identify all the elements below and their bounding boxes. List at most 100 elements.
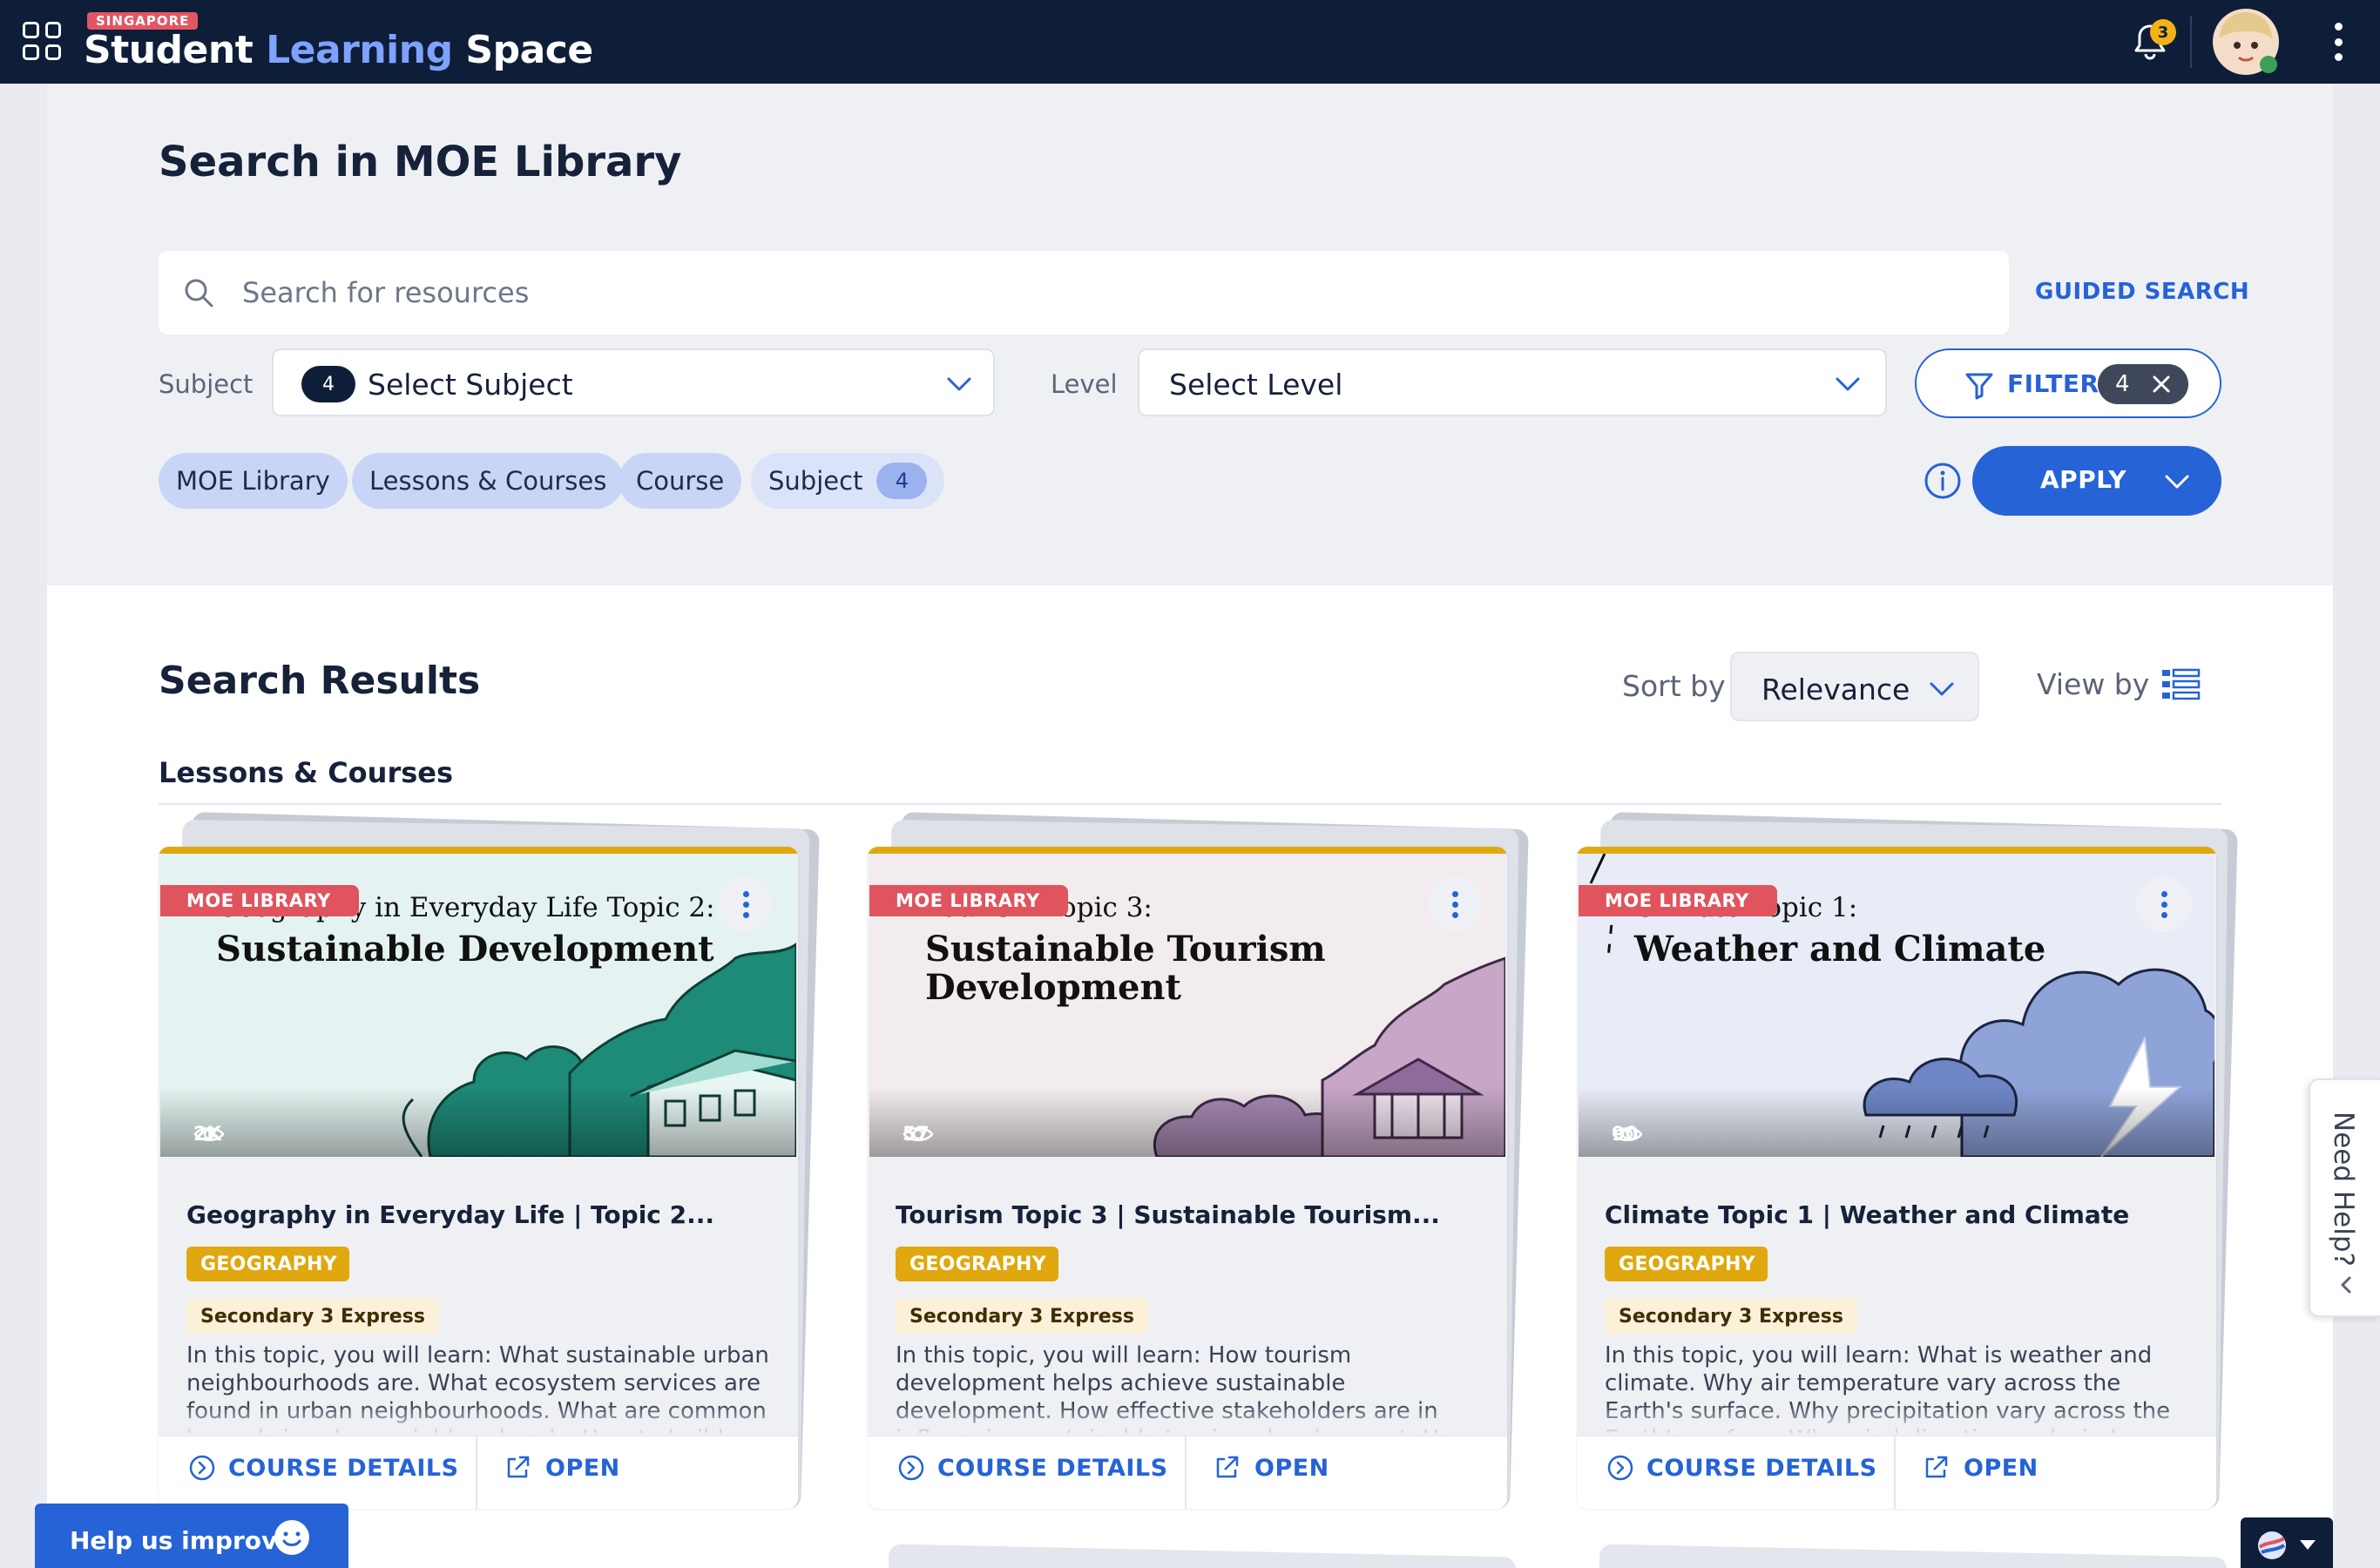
open-button[interactable]: OPEN bbox=[504, 1454, 620, 1482]
card-title[interactable]: Geography in Everyday Life | Topic 2... bbox=[186, 1200, 779, 1229]
chip-subject[interactable]: Subject 4 bbox=[751, 453, 945, 509]
eye-icon bbox=[903, 1127, 934, 1141]
filter-label: FILTER bbox=[2007, 369, 2099, 398]
brand-name: Student Learning Space bbox=[84, 28, 593, 72]
info-icon[interactable] bbox=[1924, 462, 1962, 500]
guided-search-link[interactable]: GUIDED SEARCH bbox=[2035, 279, 2249, 305]
course-details-label: COURSE DETAILS bbox=[937, 1454, 1168, 1482]
level-tag: Secondary 3 Express bbox=[186, 1298, 439, 1335]
open-label: OPEN bbox=[1964, 1454, 2039, 1482]
sort-select[interactable]: Relevance bbox=[1730, 652, 1979, 721]
sort-label: Sort by bbox=[1622, 669, 1726, 703]
card-thumbnail[interactable]: Geography in Everyday Life Topic 2: Sust… bbox=[160, 854, 796, 1157]
course-details-button[interactable]: COURSE DETAILS bbox=[897, 1454, 1168, 1482]
card-accent-strip bbox=[159, 847, 798, 854]
open-label: OPEN bbox=[1254, 1454, 1329, 1482]
card-thumbnail[interactable]: Climate Topic 1: Weather and Climate MOE… bbox=[1579, 854, 2214, 1157]
card-more-options-icon[interactable] bbox=[718, 876, 774, 932]
apply-button[interactable]: APPLY bbox=[1972, 446, 2221, 516]
course-card[interactable]: Geography in Everyday Life Topic 2: Sust… bbox=[159, 812, 821, 1517]
help-us-improve-button[interactable]: Help us improve bbox=[35, 1504, 348, 1568]
chevron-left-icon bbox=[2341, 1276, 2351, 1294]
course-details-label: COURSE DETAILS bbox=[1646, 1454, 1877, 1482]
course-card[interactable]: Tourism Topic 3: Sustainable Tourism Dev… bbox=[868, 812, 1530, 1517]
page-title: Search in MOE Library bbox=[159, 138, 682, 186]
filter-count-chip: 4 bbox=[2098, 364, 2188, 404]
view-count: 57 bbox=[903, 1124, 934, 1146]
thumbnail-heading: Weather and Climate bbox=[1634, 929, 2046, 970]
language-switcher[interactable] bbox=[2241, 1517, 2333, 1568]
need-help-tab[interactable]: Need Help? bbox=[2309, 1078, 2380, 1317]
level-select-value: Select Level bbox=[1169, 368, 1343, 402]
globe-icon bbox=[2258, 1531, 2286, 1559]
search-box bbox=[159, 251, 2009, 335]
card-more-options-icon[interactable] bbox=[2136, 876, 2192, 932]
open-label: OPEN bbox=[545, 1454, 620, 1482]
filter-button[interactable]: FILTER 4 bbox=[1915, 348, 2221, 418]
card-title[interactable]: Climate Topic 1 | Weather and Climate bbox=[1605, 1200, 2197, 1229]
card-body: Geography in Everyday Life Topic 2: Sust… bbox=[159, 847, 798, 1509]
subject-select-value: Select Subject bbox=[368, 368, 573, 402]
subject-select[interactable]: 4 Select Subject bbox=[272, 348, 995, 416]
card-thumbnail[interactable]: Tourism Topic 3: Sustainable Tourism Dev… bbox=[869, 854, 1505, 1157]
chip-label: Lessons & Courses bbox=[369, 466, 607, 496]
moe-library-badge: MOE LIBRARY bbox=[869, 885, 1068, 916]
description-fade bbox=[868, 1404, 1507, 1436]
filter-icon bbox=[1965, 373, 1993, 400]
chip-count: 4 bbox=[876, 463, 928, 499]
eye-icon bbox=[193, 1127, 225, 1141]
open-button[interactable]: OPEN bbox=[1922, 1454, 2039, 1482]
thumbnail-heading: Sustainable Development bbox=[216, 929, 714, 970]
course-details-button[interactable]: COURSE DETAILS bbox=[188, 1454, 459, 1482]
eye-icon bbox=[1612, 1127, 1643, 1141]
avatar[interactable] bbox=[2211, 7, 2281, 77]
action-divider bbox=[476, 1436, 477, 1509]
card-actions: COURSE DETAILS OPEN bbox=[1577, 1436, 2216, 1509]
card-title[interactable]: Tourism Topic 3 | Sustainable Tourism... bbox=[896, 1200, 1488, 1229]
chevron-down-icon bbox=[1836, 377, 1860, 391]
search-input[interactable] bbox=[242, 251, 1984, 335]
chip-moe-library[interactable]: MOE Library bbox=[159, 453, 348, 509]
card-accent-strip bbox=[1577, 847, 2216, 854]
more-options-icon[interactable] bbox=[2328, 19, 2349, 64]
chevron-circle-icon bbox=[1607, 1455, 1633, 1481]
card-accent-strip bbox=[868, 847, 1507, 854]
topbar-divider bbox=[2190, 16, 2192, 68]
section-divider bbox=[159, 803, 2221, 805]
chevron-circle-icon bbox=[189, 1455, 215, 1481]
chevron-down-icon[interactable] bbox=[2162, 467, 2192, 497]
subject-tag: GEOGRAPHY bbox=[1605, 1247, 1768, 1281]
chip-lessons-courses[interactable]: Lessons & Courses bbox=[352, 453, 625, 509]
card-actions: COURSE DETAILS OPEN bbox=[868, 1436, 1507, 1509]
brand-word-space: Space bbox=[465, 28, 593, 72]
moe-library-badge: MOE LIBRARY bbox=[1579, 885, 1777, 916]
section-label: Lessons & Courses bbox=[159, 756, 454, 789]
top-navbar: SINGAPORE Student Learning Space 3 bbox=[0, 0, 2380, 84]
thumbnail-shade bbox=[869, 1087, 1505, 1157]
chip-label: Course bbox=[636, 466, 725, 496]
subject-tag: GEOGRAPHY bbox=[186, 1247, 349, 1281]
level-select[interactable]: Select Level bbox=[1138, 348, 1887, 416]
card-more-options-icon[interactable] bbox=[1427, 876, 1483, 932]
course-details-button[interactable]: COURSE DETAILS bbox=[1606, 1454, 1877, 1482]
smiley-icon bbox=[274, 1520, 309, 1555]
course-details-label: COURSE DETAILS bbox=[228, 1454, 459, 1482]
chip-label: Subject bbox=[768, 466, 863, 496]
thumbnail-heading: Sustainable Tourism Development bbox=[925, 929, 1326, 1008]
chip-course[interactable]: Course bbox=[619, 453, 742, 509]
subject-count-pill: 4 bbox=[301, 366, 355, 402]
card-body: Climate Topic 1: Weather and Climate MOE… bbox=[1577, 847, 2216, 1509]
open-button[interactable]: OPEN bbox=[1213, 1454, 1329, 1482]
results-title: Search Results bbox=[159, 659, 481, 703]
close-icon[interactable] bbox=[2150, 373, 2173, 395]
subject-label: Subject bbox=[159, 369, 254, 399]
external-link-icon bbox=[1216, 1456, 1239, 1478]
thumbnail-shade bbox=[160, 1087, 796, 1157]
thumbnail-shade bbox=[1579, 1087, 2214, 1157]
list-view-icon[interactable] bbox=[2160, 667, 2201, 702]
apps-grid-icon[interactable] bbox=[23, 22, 61, 60]
description-fade bbox=[159, 1404, 798, 1436]
brand-word-student: Student bbox=[84, 28, 254, 72]
course-card[interactable]: Climate Topic 1: Weather and Climate MOE… bbox=[1577, 812, 2239, 1517]
view-count: 2K bbox=[193, 1124, 225, 1146]
